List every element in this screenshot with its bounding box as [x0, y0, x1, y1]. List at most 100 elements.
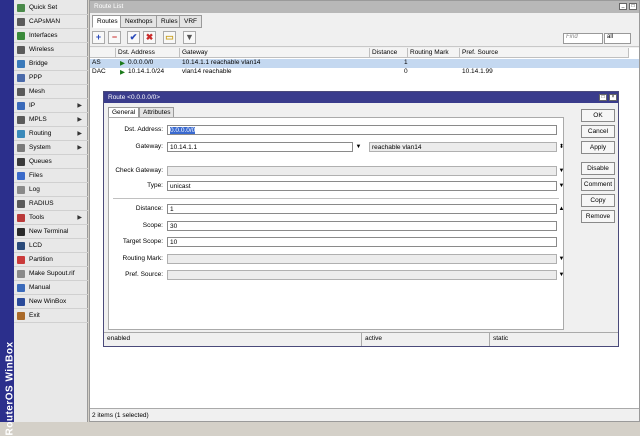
sidebar-item-ip[interactable]: IP ▶ — [14, 99, 88, 113]
add-icon[interactable]: + — [92, 31, 105, 44]
column-header-gateway[interactable]: Gateway — [180, 48, 370, 58]
filter-icon[interactable]: ▼ — [183, 31, 196, 44]
find-input[interactable]: Find — [563, 33, 603, 44]
column-header-flags[interactable] — [90, 48, 116, 58]
routing-mark-dropdown-icon[interactable]: ▼ — [557, 254, 566, 264]
check-gateway-field[interactable] — [167, 166, 557, 176]
column-header-distance[interactable]: Distance — [370, 48, 408, 58]
sidebar-item-label: IP — [29, 102, 36, 109]
type-field[interactable]: unicast — [167, 181, 557, 191]
column-header-pref-source[interactable]: Pref. Source — [460, 48, 629, 58]
row-distance: 1 — [404, 59, 408, 66]
sidebar-item-exit[interactable]: Exit — [14, 309, 88, 323]
interfaces-icon — [17, 31, 25, 40]
supout-icon — [17, 269, 25, 278]
sidebar-item-system[interactable]: System ▶ — [14, 141, 88, 155]
routing-mark-field[interactable] — [167, 254, 557, 264]
remove-icon[interactable]: − — [108, 31, 121, 44]
row-pref: 10.14.1.99 — [462, 68, 493, 75]
sidebar-item-routing[interactable]: Routing ▶ — [14, 127, 88, 141]
pref-source-field[interactable] — [167, 270, 557, 280]
table-row[interactable]: DAC ▶ 10.14.1.0/24 vlan14 reachable 0 10… — [90, 68, 639, 77]
submenu-arrow-icon: ▶ — [77, 145, 82, 151]
gateway-dropdown-icon[interactable]: ▼ — [354, 142, 363, 152]
sidebar-item-label: Bridge — [29, 60, 48, 67]
sidebar-item-manual[interactable]: Manual — [14, 281, 88, 295]
tab-nexthops[interactable]: Nexthops — [120, 15, 158, 28]
enable-icon[interactable]: ✔ — [127, 31, 140, 44]
sidebar-item-label: Tools — [29, 214, 45, 221]
dst-label: Dst. Address: — [124, 126, 163, 133]
sidebar-item-new-terminal[interactable]: New Terminal — [14, 225, 88, 239]
sidebar-item-partition[interactable]: Partition — [14, 253, 88, 267]
sidebar-item-radius[interactable]: RADIUS — [14, 197, 88, 211]
sidebar-item-label: PPP — [29, 74, 43, 81]
log-icon — [17, 185, 25, 194]
sidebar-item-wireless[interactable]: Wireless — [14, 43, 88, 57]
disable-icon[interactable]: ✖ — [143, 31, 156, 44]
sidebar-item-quick-set[interactable]: Quick Set — [14, 1, 88, 15]
manual-icon — [17, 283, 25, 292]
column-header-dst[interactable]: Dst. Address — [116, 48, 180, 58]
comment-button[interactable]: Comment — [581, 178, 615, 191]
column-header-routing-mark[interactable]: Routing Mark — [408, 48, 460, 58]
sidebar-item-lcd[interactable]: LCD — [14, 239, 88, 253]
gateway-label: Gateway: — [135, 143, 163, 150]
row-distance: 0 — [404, 68, 408, 75]
sidebar-item-queues[interactable]: Queues — [14, 155, 88, 169]
sidebar-item-label: New Terminal — [29, 228, 69, 235]
distance-collapse-icon[interactable]: ▲ — [557, 204, 566, 214]
sidebar-item-interfaces[interactable]: Interfaces — [14, 29, 88, 43]
quick-set-icon — [17, 3, 25, 12]
sidebar-item-new-winbox[interactable]: New WinBox — [14, 295, 88, 309]
dst-address-field[interactable]: 0.0.0.0/0 — [167, 125, 557, 135]
apply-button[interactable]: Apply — [581, 141, 615, 154]
distance-field[interactable]: 1 — [167, 204, 557, 214]
gateway-field[interactable]: 10.14.1.1 — [167, 142, 353, 152]
scope-field[interactable]: 30 — [167, 221, 557, 231]
check-gateway-dropdown-icon[interactable]: ▼ — [557, 166, 566, 176]
ok-button[interactable]: OK — [581, 109, 615, 122]
sidebar-item-bridge[interactable]: Bridge — [14, 57, 88, 71]
lcd-icon — [17, 241, 25, 250]
row-gateway: 10.14.1.1 reachable vlan14 — [182, 59, 261, 66]
window-titlebar[interactable]: Route List _ □ — [90, 1, 639, 13]
target-scope-field[interactable]: 10 — [167, 237, 557, 247]
sidebar-item-capsman[interactable]: CAPsMAN — [14, 15, 88, 29]
sidebar-item-ppp[interactable]: PPP — [14, 71, 88, 85]
ip-icon — [17, 101, 25, 110]
cancel-button[interactable]: Cancel — [581, 125, 615, 138]
submenu-arrow-icon: ▶ — [77, 215, 82, 221]
tab-routes[interactable]: Routes — [92, 15, 123, 28]
row-dst: 0.0.0.0/0 — [128, 59, 154, 66]
remove-button[interactable]: Remove — [581, 210, 615, 223]
sidebar-item-make-supout-rif[interactable]: Make Supout.rif — [14, 267, 88, 281]
sidebar: Quick Set CAPsMAN Interfaces Wireless Bridge… — [14, 0, 88, 422]
sidebar-item-label: Interfaces — [29, 32, 58, 39]
table-row[interactable]: AS ▶ 0.0.0.0/0 10.14.1.1 reachable vlan1… — [90, 59, 639, 68]
sidebar-item-log[interactable]: Log — [14, 183, 88, 197]
maximize-button[interactable]: □ — [629, 3, 637, 10]
sidebar-item-mpls[interactable]: MPLS ▶ — [14, 113, 88, 127]
sidebar-item-label: Queues — [29, 158, 52, 165]
pref-source-dropdown-icon[interactable]: ▼ — [557, 270, 566, 280]
sidebar-item-label: System — [29, 144, 51, 151]
distance-label: Distance: — [135, 205, 163, 212]
sidebar-item-tools[interactable]: Tools ▶ — [14, 211, 88, 225]
disable-button[interactable]: Disable — [581, 162, 615, 175]
comment-icon[interactable]: ▭ — [163, 31, 176, 44]
sidebar-item-mesh[interactable]: Mesh — [14, 85, 88, 99]
type-dropdown-icon[interactable]: ▼ — [557, 181, 566, 191]
sidebar-item-label: New WinBox — [29, 298, 67, 305]
dialog-status-bar: enabled active static — [104, 332, 618, 346]
dialog-body: Dst. Address: 0.0.0.0/0 Gateway: 10.14.1… — [108, 117, 564, 330]
sidebar-item-files[interactable]: Files — [14, 169, 88, 183]
tab-vrf[interactable]: VRF — [179, 15, 202, 28]
copy-button[interactable]: Copy — [581, 194, 615, 207]
scope-select[interactable]: all — [604, 33, 631, 44]
dialog-close-button[interactable]: × — [609, 94, 617, 101]
minimize-button[interactable]: _ — [619, 3, 627, 10]
dialog-title[interactable]: Route <0.0.0.0/0> — [104, 92, 618, 103]
gateway-spin-icon[interactable]: ⬍ — [557, 142, 566, 152]
dialog-maximize-button[interactable]: □ — [599, 94, 607, 101]
